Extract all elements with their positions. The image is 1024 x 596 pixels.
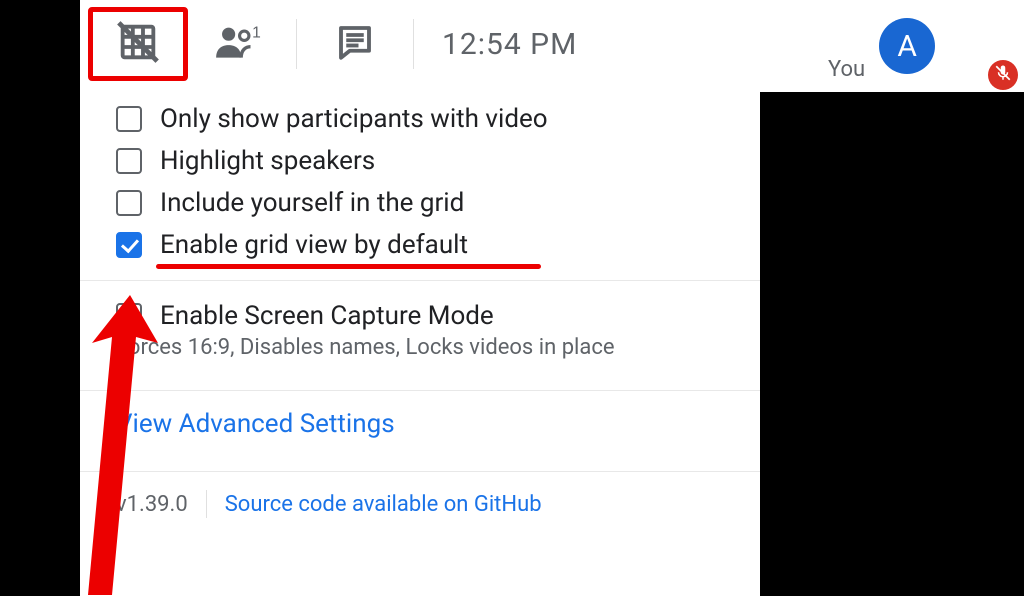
- option-label: Highlight speakers: [160, 146, 375, 176]
- advanced-row: View Advanced Settings: [80, 391, 760, 457]
- people-icon: 1: [213, 22, 263, 66]
- capture-description: Forces 16:9, Disables names, Locks video…: [80, 335, 760, 376]
- github-link[interactable]: Source code available on GitHub: [225, 492, 542, 517]
- option-enable-grid-default: Enable grid view by default: [80, 224, 760, 266]
- chat-icon: [334, 21, 376, 67]
- option-label: Only show participants with video: [160, 104, 548, 134]
- option-label: Include yourself in the grid: [160, 188, 464, 218]
- version-label: v1.39.0: [116, 492, 188, 517]
- grid-view-toggle-button[interactable]: [88, 7, 188, 81]
- clock: 12:54 PM: [422, 27, 597, 62]
- checkbox[interactable]: [116, 148, 142, 174]
- avatar: A: [879, 18, 935, 74]
- svg-text:1: 1: [252, 24, 261, 41]
- toolbar-separator: [413, 19, 414, 69]
- participants-button[interactable]: 1: [188, 7, 288, 81]
- options-list: Only show participants with video Highli…: [80, 88, 760, 266]
- mic-muted-badge: [988, 60, 1018, 90]
- option-screen-capture: Enable Screen Capture Mode: [80, 281, 760, 335]
- option-include-yourself: Include yourself in the grid: [80, 182, 760, 224]
- checkbox[interactable]: [116, 232, 142, 258]
- toolbar: 1 12:54 PM: [80, 0, 760, 88]
- footer-row: v1.39.0 Source code available on GitHub: [80, 472, 760, 518]
- option-only-video: Only show participants with video: [80, 98, 760, 140]
- grid-off-icon: [115, 19, 161, 69]
- checkbox[interactable]: [116, 106, 142, 132]
- option-highlight-speakers: Highlight speakers: [80, 140, 760, 182]
- annotation-underline: [156, 264, 541, 269]
- chat-button[interactable]: [305, 7, 405, 81]
- option-label: Enable Screen Capture Mode: [160, 301, 494, 331]
- footer-separator: [206, 490, 207, 518]
- advanced-settings-link[interactable]: View Advanced Settings: [116, 409, 395, 439]
- mic-off-icon: [994, 64, 1012, 86]
- self-tile: You A: [760, 0, 1024, 92]
- settings-popover: 1 12:54 PM Only show participants with v…: [80, 0, 760, 596]
- toolbar-separator: [296, 19, 297, 69]
- you-label: You: [828, 57, 865, 92]
- avatar-initial: A: [897, 29, 917, 64]
- checkbox[interactable]: [116, 190, 142, 216]
- checkbox[interactable]: [116, 303, 142, 329]
- option-label: Enable grid view by default: [160, 230, 468, 260]
